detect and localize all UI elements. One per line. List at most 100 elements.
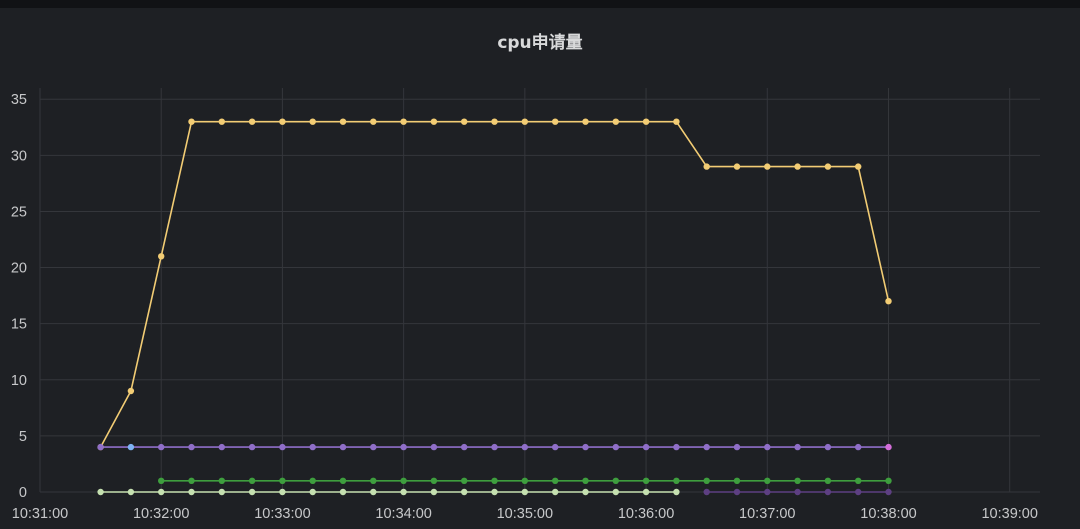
- data-point[interactable]: [794, 443, 801, 451]
- data-point[interactable]: [309, 477, 316, 484]
- data-point[interactable]: [279, 118, 286, 125]
- data-point[interactable]: [309, 118, 316, 125]
- data-point[interactable]: [158, 443, 165, 451]
- data-point[interactable]: [339, 477, 347, 484]
- data-point[interactable]: [855, 163, 862, 170]
- data-point[interactable]: [612, 488, 619, 496]
- data-point[interactable]: [703, 477, 710, 484]
- data-point[interactable]: [400, 488, 407, 496]
- data-point[interactable]: [400, 118, 407, 125]
- data-point[interactable]: [673, 118, 680, 125]
- data-point[interactable]: [794, 163, 801, 170]
- data-point[interactable]: [430, 488, 438, 496]
- data-point[interactable]: [279, 477, 286, 484]
- data-point[interactable]: [370, 488, 377, 496]
- data-point[interactable]: [430, 118, 438, 125]
- data-point[interactable]: [491, 118, 498, 125]
- data-point[interactable]: [824, 477, 832, 484]
- data-point[interactable]: [218, 443, 225, 451]
- data-point[interactable]: [279, 488, 286, 496]
- data-point[interactable]: [733, 443, 741, 451]
- data-point[interactable]: [824, 488, 832, 496]
- data-point[interactable]: [855, 477, 862, 484]
- data-point[interactable]: [855, 443, 862, 451]
- data-point[interactable]: [218, 488, 225, 496]
- data-point[interactable]: [855, 488, 862, 496]
- data-point[interactable]: [612, 443, 619, 451]
- data-point[interactable]: [703, 443, 710, 451]
- data-point[interactable]: [127, 488, 135, 496]
- data-point[interactable]: [703, 163, 710, 170]
- data-point[interactable]: [552, 443, 559, 451]
- data-point[interactable]: [764, 443, 771, 451]
- data-point[interactable]: [248, 118, 256, 125]
- data-point[interactable]: [461, 477, 468, 484]
- data-point[interactable]: [188, 488, 195, 496]
- data-point[interactable]: [339, 443, 347, 451]
- data-point[interactable]: [309, 443, 316, 451]
- data-point[interactable]: [370, 118, 377, 125]
- data-point[interactable]: [642, 443, 650, 451]
- data-point[interactable]: [279, 443, 286, 451]
- data-point[interactable]: [430, 477, 438, 484]
- data-point[interactable]: [824, 443, 832, 451]
- data-point[interactable]: [491, 443, 498, 451]
- data-point[interactable]: [764, 477, 771, 484]
- data-point[interactable]: [491, 488, 498, 496]
- data-point[interactable]: [582, 488, 589, 496]
- data-point[interactable]: [552, 118, 559, 125]
- data-point[interactable]: [794, 488, 801, 496]
- data-point[interactable]: [582, 443, 589, 451]
- data-point[interactable]: [430, 443, 438, 451]
- data-point[interactable]: [642, 118, 650, 125]
- data-point[interactable]: [339, 488, 347, 496]
- data-point[interactable]: [127, 443, 135, 451]
- data-point[interactable]: [521, 443, 528, 451]
- data-point[interactable]: [491, 477, 498, 484]
- data-point[interactable]: [885, 298, 892, 305]
- data-point[interactable]: [248, 443, 256, 451]
- data-point[interactable]: [461, 488, 468, 496]
- data-point[interactable]: [248, 477, 256, 484]
- data-point[interactable]: [794, 477, 801, 484]
- data-point[interactable]: [521, 488, 528, 496]
- data-point[interactable]: [733, 488, 741, 496]
- data-point[interactable]: [764, 163, 771, 170]
- data-point[interactable]: [642, 488, 650, 496]
- data-point[interactable]: [461, 118, 468, 125]
- data-point[interactable]: [521, 477, 528, 484]
- data-point[interactable]: [127, 387, 135, 395]
- data-point[interactable]: [521, 118, 528, 125]
- data-point[interactable]: [218, 118, 225, 125]
- data-point[interactable]: [885, 443, 892, 451]
- data-point[interactable]: [97, 488, 104, 496]
- data-point[interactable]: [339, 118, 347, 125]
- data-point[interactable]: [248, 488, 256, 496]
- data-point[interactable]: [582, 477, 589, 484]
- data-point[interactable]: [188, 477, 195, 484]
- data-point[interactable]: [885, 477, 892, 484]
- data-point[interactable]: [673, 477, 680, 484]
- data-point[interactable]: [703, 488, 710, 496]
- data-point[interactable]: [552, 477, 559, 484]
- data-point[interactable]: [733, 477, 741, 484]
- data-point[interactable]: [218, 477, 225, 484]
- series-points[interactable]: [97, 118, 892, 496]
- data-point[interactable]: [188, 443, 195, 451]
- data-point[interactable]: [370, 443, 377, 451]
- data-point[interactable]: [673, 443, 680, 451]
- data-point[interactable]: [309, 488, 316, 496]
- data-point[interactable]: [642, 477, 650, 484]
- data-point[interactable]: [188, 118, 195, 125]
- data-point[interactable]: [824, 163, 832, 170]
- data-point[interactable]: [97, 443, 104, 451]
- data-point[interactable]: [158, 488, 165, 496]
- data-point[interactable]: [158, 253, 165, 260]
- data-point[interactable]: [400, 477, 407, 484]
- data-point[interactable]: [612, 477, 619, 484]
- data-point[interactable]: [673, 488, 680, 496]
- data-point[interactable]: [764, 488, 771, 496]
- data-point[interactable]: [885, 488, 892, 496]
- data-point[interactable]: [582, 118, 589, 125]
- data-point[interactable]: [461, 443, 468, 451]
